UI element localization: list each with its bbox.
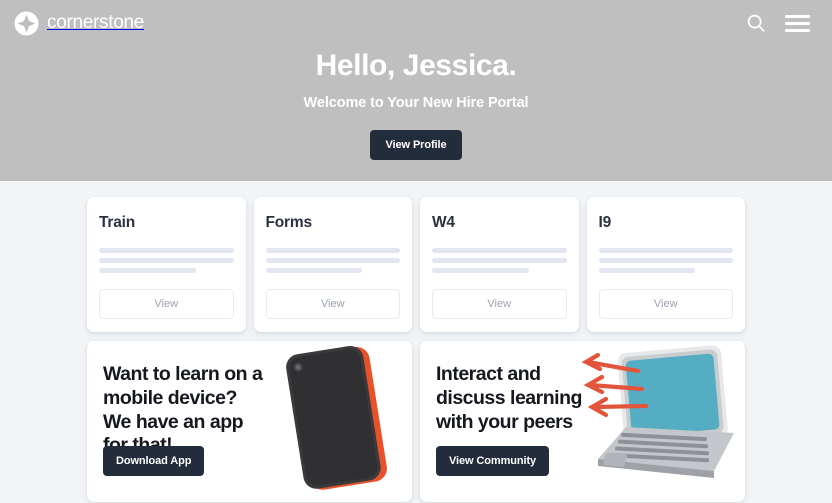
top-bar-actions [745,12,814,34]
promo-title: Interact and discuss learning with your … [436,363,582,433]
skeleton-placeholder-lines [432,248,567,273]
brand-logo-link[interactable]: cornerstone [14,11,144,36]
tile-title: Train [99,214,136,231]
tile-title: Forms [265,214,313,231]
tile-view-button[interactable]: View [432,289,567,319]
tile-view-button[interactable]: View [99,289,234,319]
promo-card-community: Interact and discuss learning with your … [420,341,745,502]
hero-banner: cornerstone Hello, Jessica. Welcome to Y… [0,0,832,181]
view-profile-button[interactable]: View Profile [369,130,463,160]
hamburger-menu-icon[interactable] [785,14,810,32]
hero-subtitle: Welcome to Your New Hire Portal [303,95,529,111]
hero-content: Hello, Jessica. Welcome to Your New Hire… [0,48,832,160]
task-tiles-row: Train View Forms View W4 View I9 View [87,197,745,332]
skeleton-placeholder-lines [598,248,733,273]
task-tile-w4[interactable]: W4 View [420,197,579,332]
search-icon[interactable] [745,12,767,34]
promo-card-mobile-app: Want to learn on a mobile device? We hav… [87,341,412,502]
tile-view-button[interactable]: View [265,289,400,319]
main-content: Train View Forms View W4 View I9 View Wa… [0,181,832,502]
tile-title: W4 [432,214,455,231]
brand-name-text: cornerstone [47,12,145,33]
skeleton-placeholder-lines [265,248,400,273]
task-tile-train[interactable]: Train View [87,197,246,332]
page-title: Hello, Jessica. [315,49,517,82]
skeleton-placeholder-lines [99,248,234,273]
cornerstone-diamond-logo-icon [14,11,39,36]
view-community-button[interactable]: View Community [436,446,550,476]
download-app-button[interactable]: Download App [103,446,205,476]
promo-cards-row: Want to learn on a mobile device? We hav… [87,341,745,502]
task-tile-i9[interactable]: I9 View [586,197,745,332]
top-navigation-bar: cornerstone [0,0,832,38]
task-tile-forms[interactable]: Forms View [253,197,412,332]
tile-view-button[interactable]: View [598,289,733,319]
hamburger-bars [785,14,810,32]
promo-title: Want to learn on a mobile device? We hav… [103,363,263,456]
tile-title: I9 [598,214,612,231]
